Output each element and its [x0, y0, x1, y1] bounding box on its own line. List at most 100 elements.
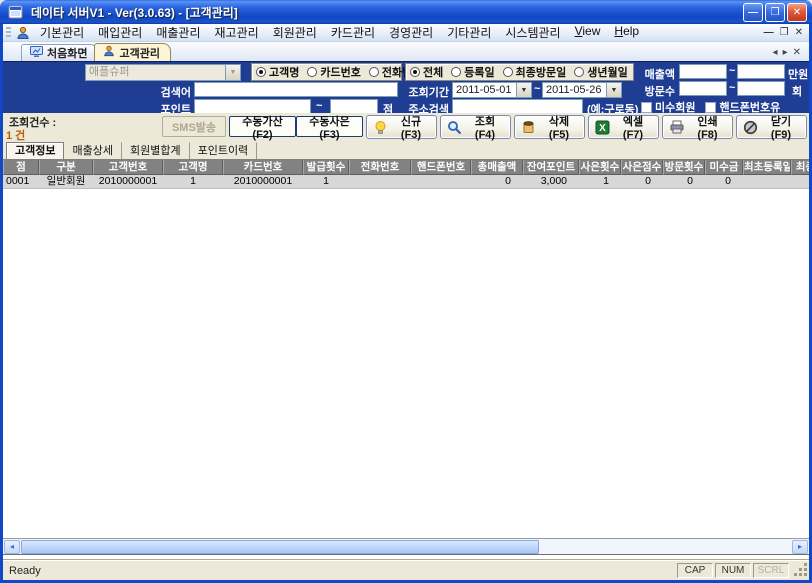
menu-item[interactable]: 시스템관리 [498, 23, 567, 42]
period-label: 조회기간 [401, 84, 449, 100]
store-select: 애플슈퍼 ▼ [85, 64, 241, 81]
toolbar-button-4[interactable]: 신규(F3) [366, 115, 437, 139]
period-type-radio-option[interactable]: 생년월일 [574, 64, 627, 80]
toolbar-button-8[interactable]: 인쇄(F8) [662, 115, 733, 139]
detail-tab[interactable]: 회원별합계 [122, 142, 190, 159]
search-keyword-label: 검색어 [151, 84, 191, 100]
horizontal-scrollbar[interactable]: ◂ ▸ [3, 538, 809, 554]
toolbar-button-7[interactable]: X엑셀(F7) [588, 115, 659, 139]
checkbox-icon[interactable] [705, 102, 716, 113]
period-type-radio-label: 등록일 [464, 64, 494, 80]
menu-item[interactable]: View [568, 23, 608, 42]
column-header[interactable]: 사은횟수 [579, 160, 621, 175]
toolbar-button-5[interactable]: 조회(F4) [440, 115, 511, 139]
search-keyword-input[interactable] [194, 82, 398, 97]
toolbar-button-3[interactable]: 수동사은(F3) [296, 116, 363, 137]
menu-item[interactable]: 회원관리 [266, 23, 324, 42]
detail-tab[interactable]: 포인트이력 [190, 142, 258, 159]
mdi-restore-button[interactable]: ❐ [780, 26, 789, 40]
column-header[interactable]: 고객명 [163, 160, 223, 175]
column-header[interactable]: 발급횟수 [303, 160, 349, 175]
search-type-radio-option[interactable]: 카드번호 [307, 64, 360, 80]
search-type-radio-option[interactable]: 고객명 [256, 64, 299, 80]
column-header[interactable]: 방문횟수 [663, 160, 705, 175]
menu-item[interactable]: 재고관리 [208, 23, 266, 42]
column-header[interactable]: 점 [3, 160, 39, 175]
menu-item[interactable]: 카드관리 [324, 23, 382, 42]
toolbar-button-6[interactable]: 삭제(F5) [514, 115, 585, 139]
toolbar-button-label: 삭제(F5) [540, 113, 578, 141]
restore-button[interactable]: ❐ [765, 3, 785, 22]
sales-to-input[interactable] [737, 64, 785, 79]
column-header[interactable]: 미수금 [705, 160, 743, 175]
status-indicator-scrl: SCRL [753, 563, 789, 578]
column-header[interactable]: 고객번호 [93, 160, 163, 175]
column-header[interactable]: 최초등록일 [743, 160, 791, 175]
table-row[interactable]: 0001일반회원201000000112010000001103,0001000 [3, 175, 809, 189]
minimize-button[interactable]: — [743, 3, 763, 22]
period-type-radio-label: 전체 [423, 64, 443, 80]
scrollbar-thumb[interactable] [21, 540, 539, 554]
delete-icon [521, 120, 536, 135]
period-type-radio-option[interactable]: 전체 [410, 64, 443, 80]
tab-scroll-right-button[interactable]: ▸ [783, 47, 788, 58]
table-cell [791, 175, 809, 188]
radio-icon [574, 67, 584, 77]
detail-tab[interactable]: 매출상세 [64, 142, 121, 159]
mdi-minimize-button[interactable]: — [764, 26, 774, 40]
menu-item[interactable]: 매입관리 [91, 23, 149, 42]
period-type-radio-option[interactable]: 등록일 [451, 64, 494, 80]
toolbar-button-label: 신규(F3) [392, 113, 430, 141]
column-header[interactable]: 총매출액 [471, 160, 523, 175]
tilde-separator: ~ [316, 100, 322, 112]
table-cell: 일반회원 [39, 175, 93, 188]
toolbar-button-2[interactable]: 수동가산(F2) [229, 116, 296, 137]
detail-tab[interactable]: 고객정보 [6, 142, 64, 159]
toolbar-button-label: 인쇄(F8) [689, 113, 726, 141]
column-header[interactable]: 핸드폰번호 [411, 160, 471, 175]
sales-from-input[interactable] [679, 64, 727, 79]
title-bar[interactable]: 데이타 서버V1 - Ver(3.0.63) - [고객관리] — ❐ ✕ [0, 0, 812, 24]
column-header[interactable]: 사은점수 [621, 160, 663, 175]
status-bar: Ready CAPNUMSCRL [3, 560, 809, 580]
mdi-close-button[interactable]: ✕ [795, 26, 803, 40]
address-search-input[interactable] [452, 99, 583, 114]
tab-customer-management[interactable]: 고객관리 [94, 43, 170, 61]
date-from-select[interactable]: 2011-05-01 ▼ [452, 82, 532, 98]
column-header[interactable]: 최종방문일 [791, 160, 809, 175]
menu-bar: 기본관리매입관리매출관리재고관리회원관리카드관리경영관리기타관리시스템관리Vie… [3, 24, 809, 42]
tab-scroll-left-button[interactable]: ◂ [773, 47, 778, 58]
menu-item[interactable]: 기타관리 [440, 23, 498, 42]
table-cell: 0001 [3, 175, 39, 188]
visits-unit-label: 회 [792, 83, 802, 99]
date-to-value: 2011-05-26 [543, 83, 606, 97]
period-type-radio-option[interactable]: 최종방문일 [503, 64, 567, 80]
column-header[interactable]: 구분 [39, 160, 93, 175]
column-header[interactable]: 잔여포인트 [523, 160, 579, 175]
chevron-down-icon[interactable]: ▼ [606, 83, 621, 97]
toolbar-button-9[interactable]: 닫기(F9) [736, 115, 807, 139]
chevron-down-icon[interactable]: ▼ [516, 83, 531, 97]
tab-home[interactable]: 처음화면 [21, 44, 98, 61]
close-button[interactable]: ✕ [787, 3, 807, 22]
visits-from-input[interactable] [679, 81, 727, 96]
scroll-right-icon[interactable]: ▸ [792, 540, 808, 554]
checkbox-icon[interactable] [641, 102, 652, 113]
table-cell [349, 175, 411, 188]
sales-amount-label: 매출액 [633, 66, 675, 82]
visits-to-input[interactable] [737, 81, 785, 96]
scroll-left-icon[interactable]: ◂ [4, 540, 20, 554]
person-icon [103, 45, 115, 60]
menu-item[interactable]: Help [607, 23, 646, 42]
status-message: Ready [3, 565, 677, 577]
menu-item[interactable]: 경영관리 [382, 23, 440, 42]
menu-item[interactable]: 매출관리 [149, 23, 207, 42]
menu-item[interactable]: 기본관리 [33, 23, 91, 42]
toolbar-button-label: 수동사은(F3) [303, 113, 356, 141]
date-to-select[interactable]: 2011-05-26 ▼ [542, 82, 622, 98]
radio-icon [307, 67, 317, 77]
column-header[interactable]: 카드번호 [223, 160, 303, 175]
resize-grip[interactable] [795, 563, 809, 579]
tab-close-button[interactable]: ✕ [793, 47, 801, 58]
column-header[interactable]: 전화번호 [349, 160, 411, 175]
